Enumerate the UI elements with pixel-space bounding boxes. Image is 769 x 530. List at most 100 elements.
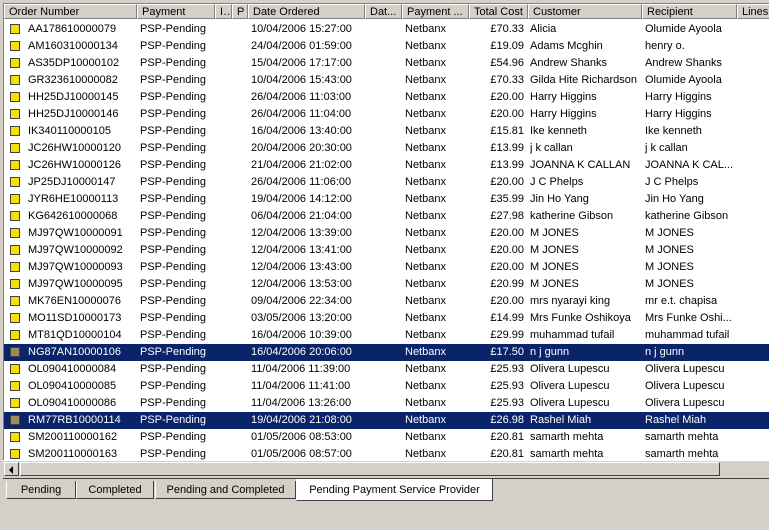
tab-completed[interactable]: Completed — [76, 481, 154, 499]
cell-recipient: Mrs Funke Oshi... — [645, 312, 732, 324]
cell-pay2: Netbanx — [405, 329, 446, 341]
table-row[interactable]: AA178610000079 PSP-Pending 10/04/2006 15:2… — [4, 21, 769, 38]
table-row[interactable]: JYR6HE10000113 PSP-Pending 19/04/2006 14:1… — [4, 191, 769, 208]
table-row[interactable]: IK340110000105 PSP-Pending 16/04/2006 13:4… — [4, 123, 769, 140]
cell-pay2: Netbanx — [405, 159, 446, 171]
table-row[interactable]: OL090410000084 PSP-Pending 11/04/2006 11:3… — [4, 361, 769, 378]
cell-recipient: Olivera Lupescu — [645, 363, 725, 375]
table-row[interactable]: MJ97QW10000091 PSP-Pending 12/04/2006 13:3… — [4, 225, 769, 242]
column-header-order[interactable]: Order Number — [4, 4, 137, 19]
order-status-icon — [10, 143, 20, 153]
table-row[interactable]: MK76EN10000076 PSP-Pending 09/04/2006 22:3… — [4, 293, 769, 310]
cell-payment: PSP-Pending — [140, 210, 207, 222]
cell-recipient: Olivera Lupescu — [645, 397, 725, 409]
cell-total: £20.00 — [490, 91, 524, 103]
cell-recipient: JOANNA K CAL... — [645, 159, 734, 171]
table-row[interactable]: MJ97QW10000092 PSP-Pending 12/04/2006 13:4… — [4, 242, 769, 259]
column-header-i[interactable]: I... — [215, 4, 232, 19]
order-status-icon — [10, 449, 20, 459]
orders-grid[interactable]: Order Number Payment I... P Date Ordered Dat.… — [3, 3, 769, 477]
table-row[interactable]: MT81QD10000104 PSP-Pending 16/04/2006 10:3… — [4, 327, 769, 344]
table-row[interactable]: NG87AN10000106 PSP-Pending 16/04/2006 20:0… — [4, 344, 769, 361]
cell-payment: PSP-Pending — [140, 329, 207, 341]
cell-total: £35.99 — [490, 193, 524, 205]
cell-date: 12/04/2006 13:41:00 — [251, 244, 352, 256]
table-row[interactable]: JC26HW10000126 PSP-Pending 21/04/2006 21:0… — [4, 157, 769, 174]
tab-pending-payment-service-provider[interactable]: Pending Payment Service Provider — [296, 479, 493, 501]
cell-customer: mrs nyarayi king — [530, 295, 611, 307]
cell-total: £17.50 — [490, 346, 524, 358]
table-row[interactable]: MJ97QW10000093 PSP-Pending 12/04/2006 13:4… — [4, 259, 769, 276]
cell-payment: PSP-Pending — [140, 261, 207, 273]
cell-total: £20.00 — [490, 244, 524, 256]
tab-pending-and-completed[interactable]: Pending and Completed — [155, 481, 296, 499]
cell-order: MJ97QW10000095 — [28, 278, 123, 290]
table-row[interactable]: HH25DJ10000145 PSP-Pending 26/04/2006 11:0… — [4, 89, 769, 106]
cell-total: £20.00 — [490, 176, 524, 188]
table-row[interactable]: JC26HW10000120 PSP-Pending 20/04/2006 20:3… — [4, 140, 769, 157]
cell-customer: Gilda Hite Richardson — [530, 74, 637, 86]
table-row[interactable]: JP25DJ10000147 PSP-Pending 26/04/2006 11:0… — [4, 174, 769, 191]
cell-recipient: Olivera Lupescu — [645, 380, 725, 392]
column-header-payment[interactable]: Payment — [137, 4, 215, 19]
cell-pay2: Netbanx — [405, 125, 446, 137]
cell-payment: PSP-Pending — [140, 176, 207, 188]
column-header-p[interactable]: P — [232, 4, 248, 19]
order-status-icon — [10, 296, 20, 306]
cell-total: £13.99 — [490, 142, 524, 154]
cell-pay2: Netbanx — [405, 91, 446, 103]
cell-customer: JOANNA K CALLAN — [530, 159, 631, 171]
cell-pay2: Netbanx — [405, 414, 446, 426]
order-status-icon — [10, 24, 20, 34]
table-row[interactable]: AS35DP10000102 PSP-Pending 15/04/2006 17:1… — [4, 55, 769, 72]
table-row[interactable]: MO11SD10000173 PSP-Pending 03/05/2006 13:2… — [4, 310, 769, 327]
cell-pay2: Netbanx — [405, 346, 446, 358]
column-header-pay2[interactable]: Payment ... — [402, 4, 469, 19]
tab-pending[interactable]: Pending — [6, 481, 76, 499]
order-status-icon — [10, 177, 20, 187]
cell-pay2: Netbanx — [405, 312, 446, 324]
cell-total: £54.96 — [490, 57, 524, 69]
cell-date: 21/04/2006 21:02:00 — [251, 159, 352, 171]
cell-recipient: M JONES — [645, 278, 694, 290]
column-header-date[interactable]: Date Ordered — [248, 4, 365, 19]
grid-rows: AA178610000079 PSP-Pending 10/04/2006 15:2… — [4, 21, 769, 463]
cell-order: SM200110000162 — [28, 431, 118, 443]
table-row[interactable]: MJ97QW10000095 PSP-Pending 12/04/2006 13:5… — [4, 276, 769, 293]
column-header-dat2[interactable]: Dat... — [365, 4, 402, 19]
scroll-left-button[interactable] — [4, 462, 19, 476]
table-row[interactable]: KG642610000068 PSP-Pending 06/04/2006 21:0… — [4, 208, 769, 225]
cell-pay2: Netbanx — [405, 295, 446, 307]
cell-date: 24/04/2006 01:59:00 — [251, 40, 352, 52]
cell-total: £26.98 — [490, 414, 524, 426]
cell-customer: Rashel Miah — [530, 414, 592, 426]
cell-recipient: henry o. — [645, 40, 685, 52]
cell-pay2: Netbanx — [405, 23, 446, 35]
scrollbar-thumb[interactable] — [20, 462, 720, 476]
cell-customer: Andrew Shanks — [530, 57, 608, 69]
column-header-customer[interactable]: Customer — [528, 4, 642, 19]
cell-recipient: Ike kenneth — [645, 125, 702, 137]
cell-payment: PSP-Pending — [140, 40, 207, 52]
column-header-recipient[interactable]: Recipient — [642, 4, 737, 19]
horizontal-scrollbar[interactable] — [3, 460, 769, 477]
table-row[interactable]: RM77RB10000114 PSP-Pending 19/04/2006 21:0… — [4, 412, 769, 429]
table-row[interactable]: SM200110000162 PSP-Pending 01/05/2006 08:5… — [4, 429, 769, 446]
column-header-lines[interactable]: Lines O — [737, 4, 769, 19]
cell-date: 12/04/2006 13:43:00 — [251, 261, 352, 273]
cell-customer: Olivera Lupescu — [530, 380, 610, 392]
order-status-icon — [10, 58, 20, 68]
order-status-icon — [10, 160, 20, 170]
order-status-icon — [10, 228, 20, 238]
cell-date: 19/04/2006 21:08:00 — [251, 414, 352, 426]
table-row[interactable]: OL090410000086 PSP-Pending 11/04/2006 13:2… — [4, 395, 769, 412]
table-row[interactable]: AM160310000134 PSP-Pending 24/04/2006 01:5… — [4, 38, 769, 55]
cell-date: 16/04/2006 20:06:00 — [251, 346, 352, 358]
tab-strip: Pending Completed Pending and Completed … — [0, 478, 769, 530]
cell-recipient: Olumide Ayoola — [645, 23, 722, 35]
table-row[interactable]: GR323610000082 PSP-Pending 10/04/2006 15:4… — [4, 72, 769, 89]
table-row[interactable]: OL090410000085 PSP-Pending 11/04/2006 11:4… — [4, 378, 769, 395]
cell-payment: PSP-Pending — [140, 397, 207, 409]
table-row[interactable]: HH25DJ10000146 PSP-Pending 26/04/2006 11:0… — [4, 106, 769, 123]
column-header-total[interactable]: Total Cost — [469, 4, 528, 19]
